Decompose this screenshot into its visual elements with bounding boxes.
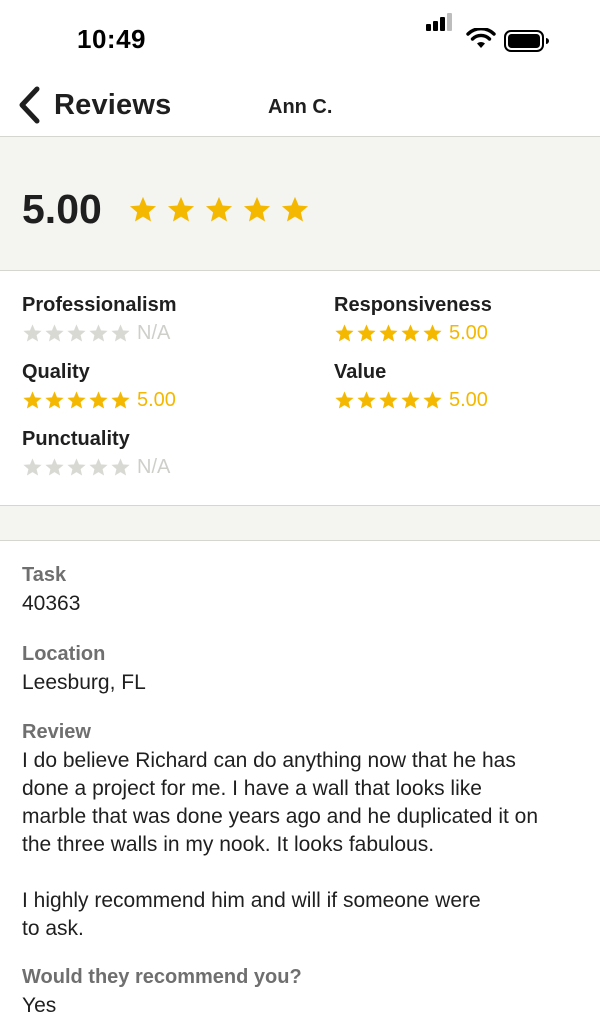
overall-score: 5.00: [22, 186, 102, 232]
star-filled-icon: [168, 196, 194, 222]
rating-professionalism: Professionalism N/A: [22, 294, 177, 346]
battery-icon: [504, 30, 549, 52]
review-text: I do believe Richard can do anything now…: [22, 749, 539, 940]
rating-label: Punctuality: [22, 428, 130, 450]
nav-bar: Reviews Ann C.: [0, 80, 600, 137]
star-filled-icon: [282, 196, 308, 222]
rating-label: Responsiveness: [334, 294, 492, 316]
rating-value: N/A: [137, 321, 171, 344]
star-filled-icon: [357, 323, 376, 342]
rating-stars: [22, 390, 131, 411]
star-filled-icon: [401, 323, 420, 342]
task-label: Task: [22, 564, 67, 586]
star-empty-icon: [45, 457, 64, 476]
star-empty-icon: [111, 323, 130, 342]
rating-value: 5.00: [449, 321, 488, 344]
star-filled-icon: [423, 323, 442, 342]
overall-rating-panel: 5.00: [0, 137, 600, 271]
rating-value: N/A: [137, 455, 171, 478]
star-filled-icon: [23, 390, 42, 409]
star-filled-icon: [244, 196, 270, 222]
rating-label: Professionalism: [22, 294, 177, 316]
rating-punctuality: Punctuality N/A: [22, 428, 170, 480]
star-filled-icon: [89, 390, 108, 409]
location-label: Location: [22, 643, 106, 665]
rating-value: 5.00: [449, 388, 488, 411]
star-filled-icon: [67, 390, 86, 409]
star-empty-icon: [89, 323, 108, 342]
status-time: 10:49: [77, 24, 146, 54]
task-value: 40363: [22, 592, 81, 615]
review-label: Review: [22, 721, 91, 743]
rating-responsiveness: Responsiveness 5.00: [334, 294, 492, 346]
back-button-label: Reviews: [54, 88, 172, 121]
star-empty-icon: [67, 457, 86, 476]
rating-stars: [22, 457, 131, 478]
star-filled-icon: [379, 390, 398, 409]
star-filled-icon: [335, 390, 354, 409]
rating-stars: [334, 390, 443, 411]
star-filled-icon: [111, 390, 130, 409]
rating-label: Value: [334, 361, 387, 383]
star-filled-icon: [423, 390, 442, 409]
star-filled-icon: [206, 196, 232, 222]
star-empty-icon: [23, 323, 42, 342]
star-empty-icon: [23, 457, 42, 476]
rating-breakdown: Professionalism N/A Responsiveness 5.00 …: [0, 271, 600, 505]
star-empty-icon: [45, 323, 64, 342]
rating-value-category: Value 5.00: [334, 361, 488, 413]
star-filled-icon: [401, 390, 420, 409]
rating-stars: [334, 323, 443, 344]
star-empty-icon: [67, 323, 86, 342]
star-filled-icon: [45, 390, 64, 409]
location-value: Leesburg, FL: [22, 671, 146, 694]
back-button[interactable]: Reviews: [16, 85, 171, 125]
rating-value: 5.00: [137, 388, 176, 411]
star-empty-icon: [89, 457, 108, 476]
section-divider: [0, 505, 600, 541]
wifi-icon: [466, 28, 496, 48]
star-filled-icon: [130, 196, 156, 222]
status-bar: 10:49: [0, 0, 600, 80]
star-filled-icon: [357, 390, 376, 409]
star-filled-icon: [335, 323, 354, 342]
recommend-value: Yes: [22, 994, 57, 1017]
page-title: Ann C.: [268, 96, 333, 118]
star-filled-icon: [379, 323, 398, 342]
rating-quality: Quality 5.00: [22, 361, 176, 413]
star-empty-icon: [111, 457, 130, 476]
rating-stars: [22, 323, 131, 344]
recommend-label: Would they recommend you?: [22, 966, 302, 988]
rating-label: Quality: [22, 361, 90, 383]
chevron-left-icon: [19, 86, 40, 124]
overall-star-rating: [128, 195, 310, 225]
